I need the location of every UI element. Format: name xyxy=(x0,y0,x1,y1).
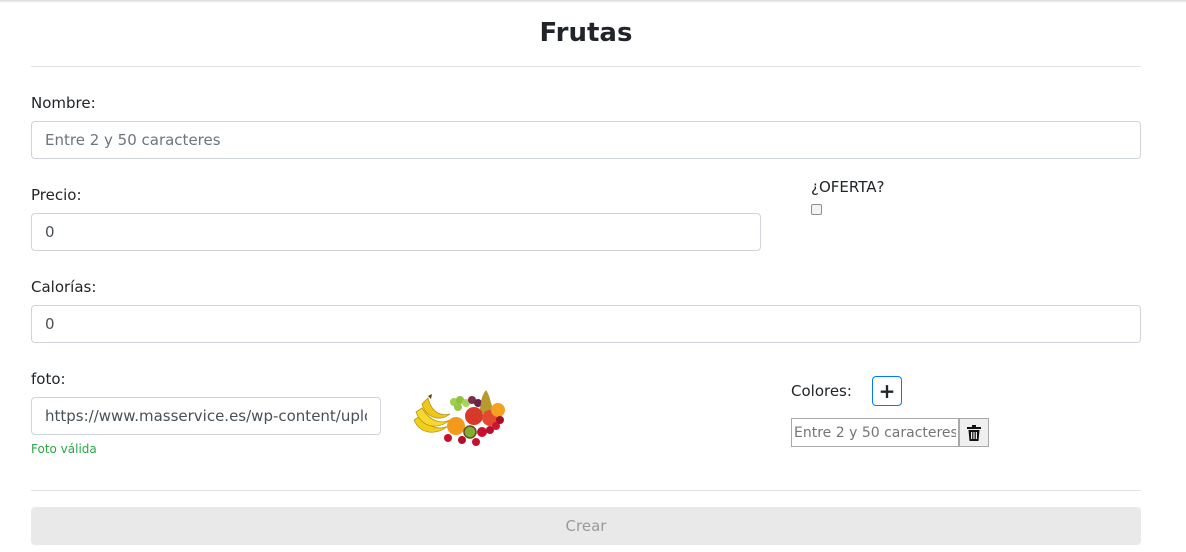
foto-valid-feedback: Foto válida xyxy=(31,442,97,456)
plus-icon: + xyxy=(878,379,896,403)
oferta-checkbox[interactable] xyxy=(811,204,822,215)
title-divider xyxy=(31,66,1141,67)
foto-input[interactable] xyxy=(31,397,381,435)
calorias-label: Calorías: xyxy=(31,278,97,296)
crear-button[interactable]: Crear xyxy=(31,507,1141,545)
page-title: Frutas xyxy=(539,18,633,48)
fruit-image xyxy=(413,390,505,446)
calorias-input[interactable] xyxy=(31,305,1141,343)
nombre-input[interactable] xyxy=(31,121,1141,159)
precio-label: Precio: xyxy=(31,186,82,204)
precio-input[interactable] xyxy=(31,213,761,251)
add-color-button[interactable]: + xyxy=(872,376,902,406)
oferta-label: ¿OFERTA? xyxy=(811,178,885,196)
delete-color-button[interactable] xyxy=(959,418,989,447)
trash-icon xyxy=(967,424,981,441)
foto-label: foto: xyxy=(31,370,66,388)
colores-label: Colores: xyxy=(791,382,852,400)
color-input[interactable] xyxy=(791,418,959,447)
nombre-label: Nombre: xyxy=(31,94,96,112)
form-divider xyxy=(31,490,1141,491)
top-shadow xyxy=(0,0,1186,3)
